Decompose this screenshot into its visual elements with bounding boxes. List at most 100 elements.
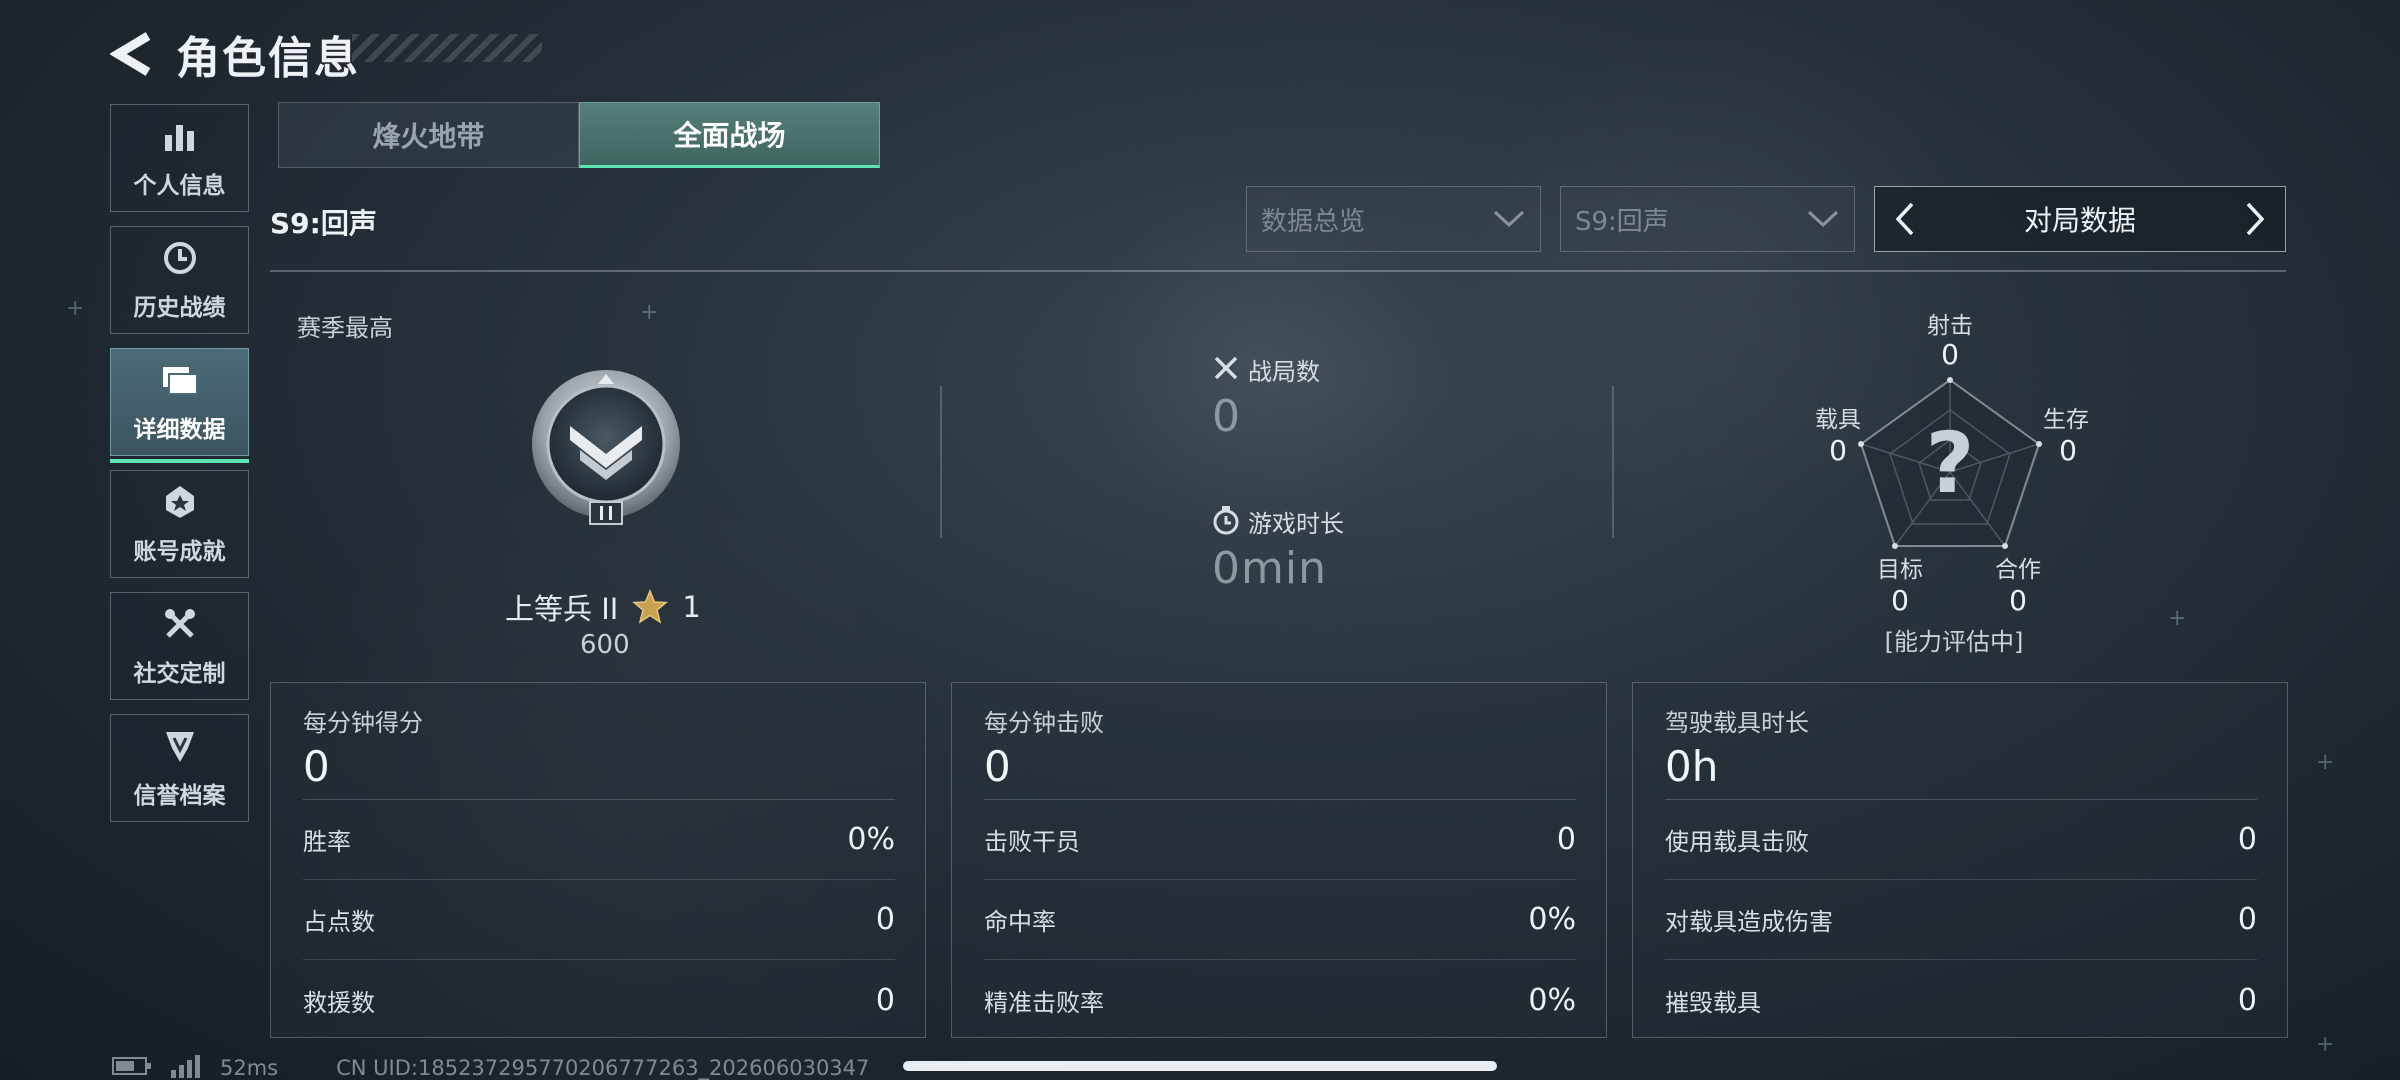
stat-row-value: 0% [1528, 902, 1576, 937]
back-arrow-icon[interactable] [110, 30, 154, 78]
stat-row-label: 占点数 [303, 908, 375, 936]
stat-row-label: 对载具造成伤害 [1665, 908, 1833, 936]
status-footer: 52ms CN UID:185237295770206777263_202606… [112, 1054, 869, 1080]
vertical-divider [940, 386, 942, 538]
plus-decoration: + [2168, 606, 2187, 631]
matches-value: 0 [1212, 391, 1241, 442]
stat-row: 击败干员 0 [984, 800, 1576, 880]
sidebar-item-achievements[interactable]: 账号成就 [110, 470, 249, 578]
panel-main-value: 0 [984, 742, 1576, 800]
chevron-right-icon[interactable] [2237, 197, 2273, 241]
header: 角色信息 [110, 22, 360, 86]
radar-status: [能力评估中] [1884, 628, 2024, 656]
stat-row-label: 摧毁载具 [1665, 988, 1761, 1017]
sidebar-item-label: 历史战绩 [133, 295, 226, 321]
mode-tabs: 烽火地带 全面战场 [278, 102, 880, 168]
stat-row: 胜率 0% [303, 800, 895, 880]
stat-row-label: 使用载具击败 [1665, 828, 1809, 856]
title-hatch-decoration [352, 34, 542, 62]
sidebar-item-label: 详细数据 [133, 417, 226, 443]
radar-value-cooperation: 0 [2009, 584, 2027, 617]
sidebar-item-history[interactable]: 历史战绩 [110, 226, 249, 334]
page-title: 角色信息 [176, 33, 360, 84]
bar-chart-icon [160, 116, 200, 156]
home-indicator-bar[interactable] [903, 1061, 1497, 1071]
rank-points: 600 [580, 630, 630, 660]
stat-row: 使用载具击败 0 [1665, 800, 2257, 880]
chevron-down-icon [1806, 202, 1840, 236]
stopwatch-icon [1212, 505, 1240, 539]
chevron-left-icon[interactable] [1887, 197, 1923, 241]
stat-row-value: 0% [847, 822, 895, 857]
stat-row-value: 0 [875, 902, 895, 937]
radar-value-shooting: 0 [1941, 338, 1959, 371]
radar-label-survival: 生存 [2043, 407, 2089, 433]
rank-name: 上等兵 II [505, 592, 619, 626]
season-dropdown[interactable]: S9:回声 [1560, 186, 1855, 252]
season-value: S9:回声 [1575, 206, 1669, 237]
rank-info: 上等兵 II 1 [505, 586, 701, 628]
rank-star-count: 1 [682, 590, 701, 624]
rank-badge-icon [526, 368, 686, 528]
stat-row: 摧毁载具 0 [1665, 960, 2257, 1040]
stat-row-label: 命中率 [984, 908, 1056, 936]
plus-decoration: + [2316, 750, 2335, 775]
stat-row: 命中率 0% [984, 880, 1576, 960]
radar-label-cooperation: 合作 [1995, 557, 2041, 583]
sidebar-item-personal-info[interactable]: 个人信息 [110, 104, 249, 212]
sidebar-item-detailed-data[interactable]: 详细数据 [110, 348, 249, 463]
stat-row-label: 胜率 [303, 828, 351, 856]
plus-decoration: + [640, 300, 659, 325]
credit-shield-icon [160, 726, 200, 766]
matches-label: 战局数 [1248, 358, 1320, 386]
playtime-stat: 游戏时长 0min [1212, 504, 1344, 594]
radar-value-vehicle: 0 [1829, 434, 1847, 467]
history-clock-icon [160, 238, 200, 278]
star-icon [632, 589, 669, 625]
stat-row-label: 救援数 [303, 988, 375, 1017]
season-best-label: 赛季最高 [297, 314, 393, 342]
vehicle-panel: 驾驶载具时长 0h 使用载具击败 0 对载具造成伤害 0 摧毁载具 0 [1632, 682, 2288, 1038]
stat-row: 精准击败率 0% [984, 960, 1576, 1040]
score-panel: 每分钟得分 0 胜率 0% 占点数 0 救援数 0 [270, 682, 926, 1038]
sidebar-item-social[interactable]: 社交定制 [110, 592, 249, 700]
season-label: S9:回声 [270, 207, 377, 240]
achievement-medal-icon [160, 482, 200, 522]
stat-row-value: 0 [1556, 822, 1576, 857]
stat-row-label: 击败干员 [984, 828, 1080, 856]
tools-wrench-icon [160, 604, 200, 644]
sidebar-item-credit[interactable]: 信誉档案 [110, 714, 249, 822]
ping-value: 52ms [220, 1056, 279, 1080]
signal-icon [170, 1054, 202, 1080]
data-type-value: 数据总览 [1261, 206, 1366, 237]
stat-row-value: 0 [2237, 982, 2257, 1018]
tab-full-battlefield[interactable]: 全面战场 [579, 102, 880, 168]
plus-decoration: + [66, 296, 85, 321]
user-uid: CN UID:185237295770206777263_20260603034… [336, 1056, 870, 1080]
folder-data-icon [160, 360, 200, 400]
sidebar-item-label: 个人信息 [133, 173, 226, 199]
radar-value-survival: 0 [2059, 434, 2077, 467]
data-type-dropdown[interactable]: 数据总览 [1246, 186, 1541, 252]
playtime-label: 游戏时长 [1248, 510, 1344, 538]
chevron-down-icon [1492, 202, 1526, 236]
stat-row-value: 0 [875, 982, 895, 1018]
stat-row: 占点数 0 [303, 880, 895, 960]
crossed-swords-icon [1212, 354, 1240, 386]
ability-radar: ? 射击 0 生存 0 合作 0 目标 0 载具 0 [能力评估中] [1780, 300, 2120, 660]
stat-row-value: 0 [2237, 902, 2257, 937]
panel-title: 每分钟击败 [984, 709, 1104, 737]
vertical-divider [1612, 386, 1614, 538]
kills-panel: 每分钟击败 0 击败干员 0 命中率 0% 精准击败率 0% [951, 682, 1607, 1038]
sidebar-item-label: 账号成就 [133, 539, 226, 565]
radar-label-vehicle: 载具 [1815, 407, 1861, 433]
stat-row-value: 0% [1528, 982, 1576, 1018]
tab-warfare-zone[interactable]: 烽火地带 [278, 102, 579, 168]
panel-title: 每分钟得分 [303, 709, 423, 737]
plus-decoration: + [2316, 1032, 2335, 1057]
matches-stat: 战局数 0 [1212, 352, 1320, 442]
sidebar-item-label: 信誉档案 [133, 783, 226, 809]
radar-label-shooting: 射击 [1927, 313, 1973, 339]
panel-title: 驾驶载具时长 [1665, 709, 1809, 737]
stat-row-value: 0 [2237, 822, 2257, 857]
